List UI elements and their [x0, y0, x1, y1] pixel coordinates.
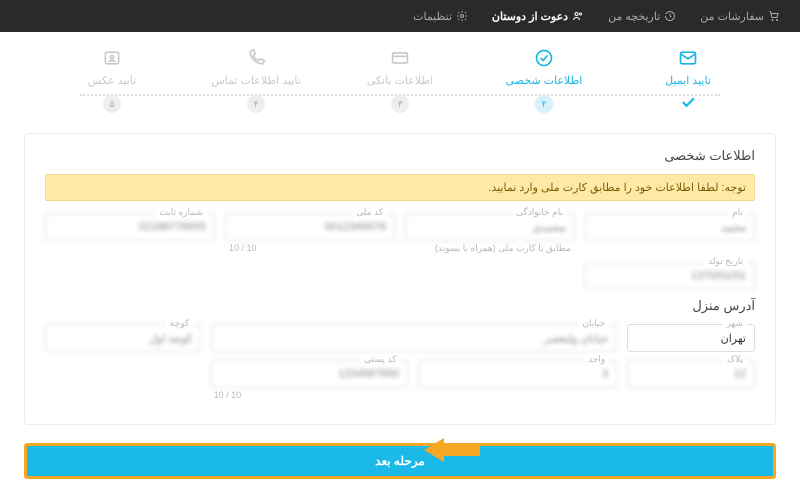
notice-banner: توجه: لطفا اطلاعات خود را مطابق کارت ملی…: [45, 174, 755, 201]
stepper: تایید ایمیل اطلاعات شخصی ۲ اطلاعات بانکی…: [0, 32, 800, 125]
counter-postal: 10 / 10: [210, 390, 409, 400]
step-bank[interactable]: اطلاعات بانکی ۳: [328, 48, 472, 113]
field-postal: کد پستی 10 / 10: [210, 360, 409, 400]
nav-orders[interactable]: سفارشات من: [700, 10, 780, 23]
field-city: شهر: [627, 324, 755, 352]
input-street[interactable]: [211, 324, 617, 352]
step-personal-label: اطلاعات شخصی: [506, 74, 583, 87]
step-num-4: ۴: [247, 95, 265, 113]
tutorial-arrow-icon: [420, 438, 480, 462]
topbar: سفارشات من تاریخچه من دعوت از دوستان تنظ…: [0, 0, 800, 32]
step-contact[interactable]: تایید اطلاعات تماس ۴: [184, 48, 328, 113]
label-nid: کد ملی: [352, 207, 387, 218]
field-alley: کوچه: [45, 324, 201, 352]
field-phone: شماره ثابت: [45, 213, 215, 254]
form-card: اطلاعات شخصی توجه: لطفا اطلاعات خود را م…: [24, 133, 776, 425]
label-city: شهر: [722, 318, 747, 329]
label-dob: تاریخ تولد: [704, 256, 747, 267]
nav-invite[interactable]: دعوت از دوستان: [492, 10, 584, 23]
label-phone: شماره ثابت: [155, 207, 207, 218]
address-title: آدرس منزل: [45, 298, 755, 314]
nav-settings-label: تنظیمات: [413, 10, 452, 23]
counter-nid: 10 / 10: [225, 243, 395, 253]
nav-settings[interactable]: تنظیمات: [413, 10, 468, 23]
mail-icon: [678, 48, 698, 68]
field-plate: پلاک: [627, 360, 755, 400]
label-fname: نام: [728, 207, 747, 218]
nav-history[interactable]: تاریخچه من: [608, 10, 676, 23]
step-num-5: ۵: [103, 95, 121, 113]
field-fname: نام: [585, 213, 755, 254]
field-unit: واحد: [418, 360, 617, 400]
step-email-label: تایید ایمیل: [665, 74, 711, 87]
label-lname: نام خانوادگی: [512, 207, 567, 218]
people-icon: [572, 10, 584, 22]
section-title: اطلاعات شخصی: [45, 148, 755, 164]
check-circle-icon: [534, 48, 554, 68]
step-photo-label: تایید عکس: [88, 74, 136, 87]
card-icon: [390, 48, 410, 68]
step-photo[interactable]: تایید عکس ۵: [40, 48, 184, 113]
step-email[interactable]: تایید ایمیل: [616, 48, 760, 113]
field-lname: نام خانوادگی مطابق با کارت ملی (همراه با…: [405, 213, 575, 254]
nav-history-label: تاریخچه من: [608, 10, 660, 23]
label-alley: کوچه: [166, 318, 193, 329]
step-num-3: ۳: [391, 95, 409, 113]
label-plate: پلاک: [723, 354, 747, 365]
step-contact-label: تایید اطلاعات تماس: [211, 74, 301, 87]
step-num-2: ۲: [535, 95, 553, 113]
cart-icon: [768, 10, 780, 22]
step-personal[interactable]: اطلاعات شخصی ۲: [472, 48, 616, 113]
step-bank-label: اطلاعات بانکی: [367, 74, 433, 87]
next-button[interactable]: مرحله بعد: [24, 443, 776, 479]
field-nid: کد ملی 10 / 10: [225, 213, 395, 254]
phone-icon: [246, 48, 266, 68]
id-icon: [102, 48, 122, 68]
gear-icon: [456, 10, 468, 22]
field-dob: تاریخ تولد: [585, 262, 755, 290]
nav-invite-label: دعوت از دوستان: [492, 10, 568, 23]
label-postal: کد پستی: [360, 354, 400, 365]
nav-orders-label: سفارشات من: [700, 10, 764, 23]
field-street: خیابان: [211, 324, 617, 352]
helper-lname: مطابق با کارت ملی (همراه با پسوند): [405, 243, 575, 254]
history-icon: [664, 10, 676, 22]
label-unit: واحد: [584, 354, 609, 365]
label-street: خیابان: [578, 318, 609, 329]
